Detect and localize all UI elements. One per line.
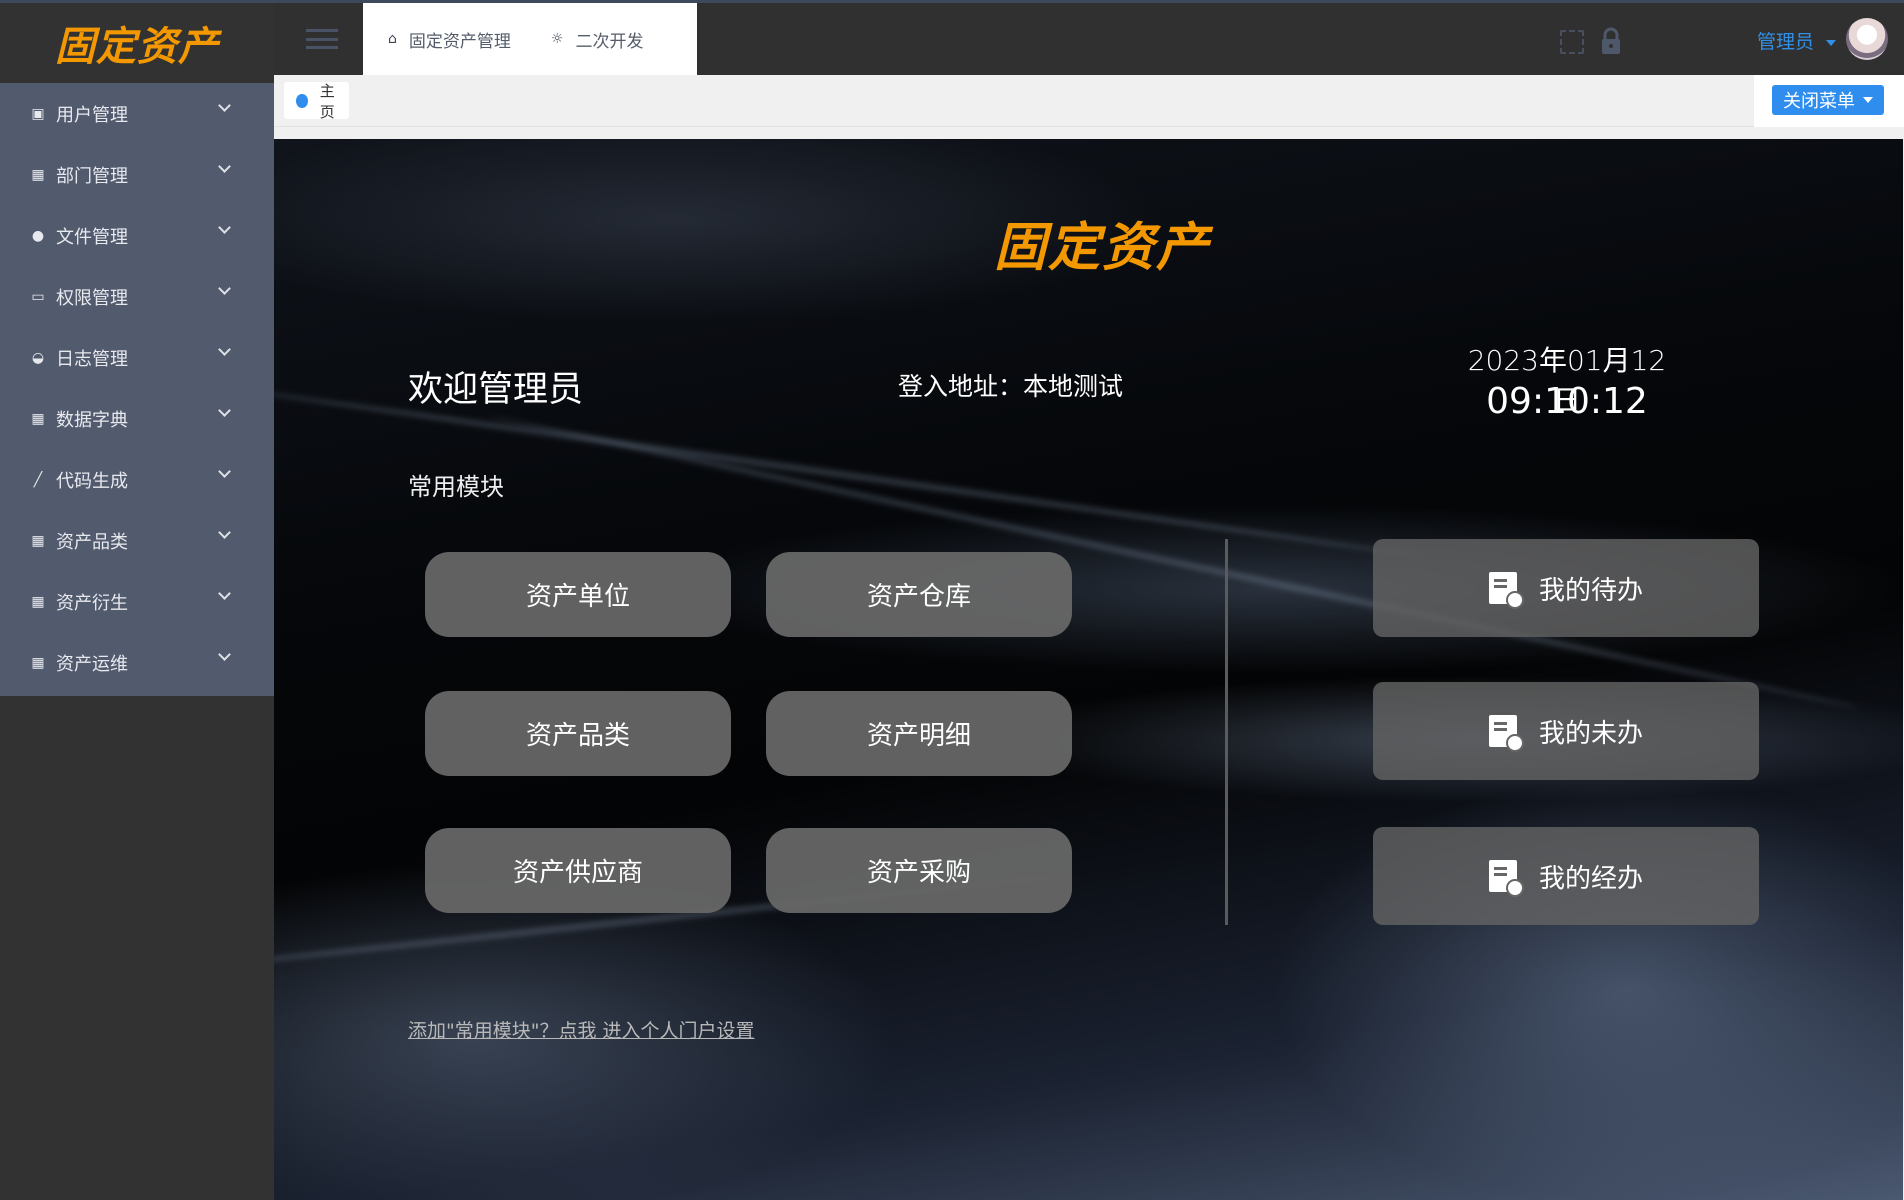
todo-clock-icon	[1488, 572, 1524, 609]
tab-label: 二次开发	[575, 31, 644, 52]
module-asset-detail[interactable]: 资产明细	[766, 691, 1072, 776]
sidebar-item-log[interactable]: ◒ 日志管理	[0, 327, 274, 388]
add-common-module-link[interactable]: 添加"常用模块"？点我 进入个人门户设置	[408, 1016, 755, 1043]
sidebar-item-label: 资产衍生	[56, 592, 128, 614]
username: 管理员	[1757, 31, 1815, 53]
chevron-down-icon	[218, 221, 231, 234]
module-asset-unit[interactable]: 资产单位	[425, 552, 731, 637]
avatar[interactable]	[1846, 18, 1888, 60]
lightbulb-icon: ☼	[550, 31, 564, 47]
chevron-down-icon	[218, 465, 231, 478]
grid-icon: ▦	[31, 410, 45, 427]
chevron-down-icon	[218, 343, 231, 356]
todo-question-icon	[1488, 860, 1524, 897]
module-asset-category[interactable]: 资产品类	[425, 691, 731, 776]
chevron-down-icon	[218, 160, 231, 173]
chevron-down-icon	[218, 99, 231, 112]
sidebar-item-asset-derive[interactable]: ▦ 资产衍生	[0, 571, 274, 632]
sidebar-item-permission[interactable]: ▭ 权限管理	[0, 266, 274, 327]
user-menu[interactable]: 管理员	[1757, 27, 1837, 54]
sidebar-item-label: 资产运维	[56, 653, 128, 675]
gauge-icon: ◒	[31, 349, 45, 366]
sidebar-item-label: 部门管理	[56, 165, 128, 187]
todo-check-icon	[1488, 715, 1524, 752]
vertical-divider	[1225, 539, 1228, 925]
my-todo-button[interactable]: 我的待办	[1373, 539, 1759, 637]
module-asset-supplier[interactable]: 资产供应商	[425, 828, 731, 913]
sidebar-item-asset-ops[interactable]: ▦ 资产运维	[0, 632, 274, 693]
globe-icon: ●	[31, 227, 45, 244]
close-menu-button[interactable]: 关闭菜单	[1772, 85, 1884, 115]
brush-icon: ╱	[33, 471, 43, 488]
content-logo: 固定资产	[994, 218, 1211, 278]
caret-down-icon	[1863, 97, 1873, 103]
chevron-down-icon	[218, 648, 231, 661]
lock-icon[interactable]	[1601, 27, 1621, 55]
module-asset-warehouse[interactable]: 资产仓库	[766, 552, 1072, 637]
top-header: ⌂ 固定资产管理 ☼ 二次开发 管理员	[274, 3, 1904, 75]
active-dot-icon	[296, 93, 308, 108]
sidebar-item-label: 权限管理	[56, 287, 128, 309]
sidebar-item-label: 日志管理	[56, 348, 128, 370]
grid-icon: ▦	[31, 654, 45, 671]
menu-toggle-icon[interactable]	[306, 29, 338, 49]
sidebar: ▣ 用户管理 ▦ 部门管理 ● 文件管理 ▭ 权限管理 ◒ 日志管理 ▦ 数据字典 ╱ 代码生…	[0, 83, 274, 1200]
grid-icon: ▦	[31, 166, 45, 183]
sidebar-menu: ▣ 用户管理 ▦ 部门管理 ● 文件管理 ▭ 权限管理 ◒ 日志管理 ▦ 数据字典 ╱ 代码生…	[0, 83, 274, 696]
home-label: 主页	[319, 81, 335, 121]
app-logo[interactable]: 固定资产	[0, 3, 274, 83]
module-asset-purchase[interactable]: 资产采购	[766, 828, 1072, 913]
sidebar-item-codegen[interactable]: ╱ 代码生成	[0, 449, 274, 510]
chevron-down-icon	[218, 587, 231, 600]
tab-asset-management[interactable]: ⌂ 固定资产管理	[388, 27, 511, 52]
task-label: 我的未办	[1538, 718, 1643, 749]
grid-icon: ▦	[31, 532, 45, 549]
chart-icon: ▣	[31, 105, 45, 122]
breadcrumb-home-tab[interactable]: 主页	[284, 81, 349, 121]
sidebar-item-dictionary[interactable]: ▦ 数据字典	[0, 388, 274, 449]
close-menu-container: 关闭菜单	[1754, 75, 1904, 127]
sidebar-item-department[interactable]: ▦ 部门管理	[0, 144, 274, 205]
chevron-down-icon	[218, 282, 231, 295]
sidebar-item-asset-category[interactable]: ▦ 资产品类	[0, 510, 274, 571]
sidebar-item-label: 数据字典	[56, 409, 128, 431]
monitor-icon: ▭	[31, 288, 45, 305]
sidebar-item-label: 用户管理	[56, 104, 128, 126]
logo-text: 固定资产	[55, 24, 219, 70]
sidebar-item-label: 文件管理	[56, 226, 128, 248]
grid-icon: ▦	[31, 593, 45, 610]
top-tabs: ⌂ 固定资产管理 ☼ 二次开发	[363, 3, 697, 75]
dashboard-main: 固定资产 欢迎管理员 登入地址：本地测试 2023年01月12日 09:10:1…	[274, 139, 1903, 1200]
tab-label: 固定资产管理	[408, 31, 511, 52]
my-handled-button[interactable]: 我的经办	[1373, 827, 1759, 925]
sidebar-item-file[interactable]: ● 文件管理	[0, 205, 274, 266]
welcome-text: 欢迎管理员	[408, 370, 584, 410]
current-time: 09:10:12	[1486, 381, 1648, 422]
home-icon: ⌂	[388, 31, 397, 47]
login-address: 登入地址：本地测试	[898, 372, 1124, 401]
caret-down-icon	[1826, 39, 1837, 46]
close-menu-label: 关闭菜单	[1783, 91, 1855, 112]
sidebar-item-user[interactable]: ▣ 用户管理	[0, 83, 274, 144]
chevron-down-icon	[218, 404, 231, 417]
sidebar-item-label: 代码生成	[56, 470, 128, 492]
chevron-down-icon	[218, 526, 231, 539]
my-pending-button[interactable]: 我的未办	[1373, 682, 1759, 780]
task-label: 我的待办	[1538, 575, 1643, 606]
breadcrumb-bar: 主页 关闭菜单	[274, 75, 1904, 127]
sidebar-item-label: 资产品类	[56, 531, 128, 553]
fullscreen-icon[interactable]	[1560, 30, 1584, 54]
tab-secondary-dev[interactable]: ☼ 二次开发	[551, 27, 644, 52]
task-label: 我的经办	[1538, 863, 1643, 894]
common-modules-title: 常用模块	[408, 473, 504, 501]
